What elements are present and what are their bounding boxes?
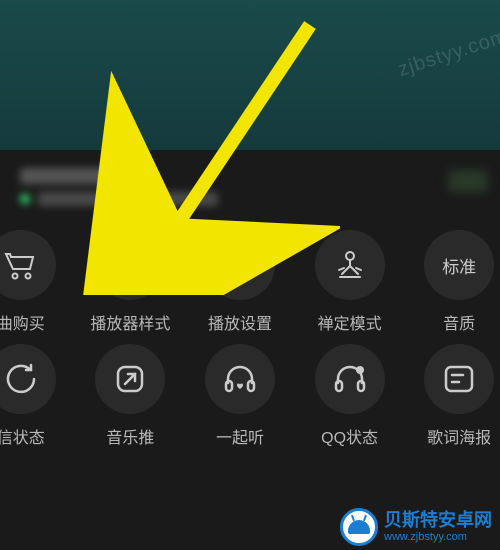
shapes-icon	[95, 230, 165, 300]
option-purchase[interactable]: 曲购买	[0, 230, 72, 334]
option-label: 歌词海报	[427, 424, 491, 448]
options-grid: 曲购买 播放器样式 播放设置	[0, 220, 500, 448]
bottom-sheet: 曲购买 播放器样式 播放设置	[0, 150, 500, 550]
badge-text: 标准	[442, 253, 476, 278]
option-label: 禅定模式	[318, 310, 382, 334]
share-up-icon	[95, 344, 165, 414]
meditation-icon	[315, 230, 385, 300]
quality-badge-icon: 标准	[424, 230, 494, 300]
option-lyric-poster[interactable]: 歌词海报	[408, 344, 500, 448]
option-zen-mode[interactable]: 禅定模式	[299, 230, 401, 334]
option-listen-together[interactable]: 一起听	[189, 344, 291, 448]
option-label: 播放设置	[208, 310, 272, 334]
circle-arrow-icon	[0, 344, 56, 414]
option-label: 音乐推	[106, 424, 154, 448]
option-label: 播放器样式	[90, 310, 170, 334]
option-qq-status[interactable]: QQ状态	[299, 344, 401, 448]
vip-badge[interactable]	[448, 170, 488, 192]
option-label: 音质	[443, 310, 475, 334]
option-player-style[interactable]: 播放器样式	[80, 230, 182, 334]
option-label: 曲购买	[0, 310, 45, 334]
option-label: 信状态	[0, 424, 45, 448]
option-quality[interactable]: 标准 音质	[408, 230, 500, 334]
option-label: 一起听	[216, 424, 264, 448]
option-music-push[interactable]: 音乐推	[80, 344, 182, 448]
sheet-header	[0, 150, 500, 220]
headphone-dot-icon	[315, 344, 385, 414]
cart-icon	[0, 230, 56, 300]
background-area	[0, 0, 500, 150]
equalizer-icon	[205, 230, 275, 300]
headphone-heart-icon	[205, 344, 275, 414]
option-label: QQ状态	[321, 424, 378, 448]
option-play-settings[interactable]: 播放设置	[189, 230, 291, 334]
picture-icon	[424, 344, 494, 414]
option-status[interactable]: 信状态	[0, 344, 72, 448]
